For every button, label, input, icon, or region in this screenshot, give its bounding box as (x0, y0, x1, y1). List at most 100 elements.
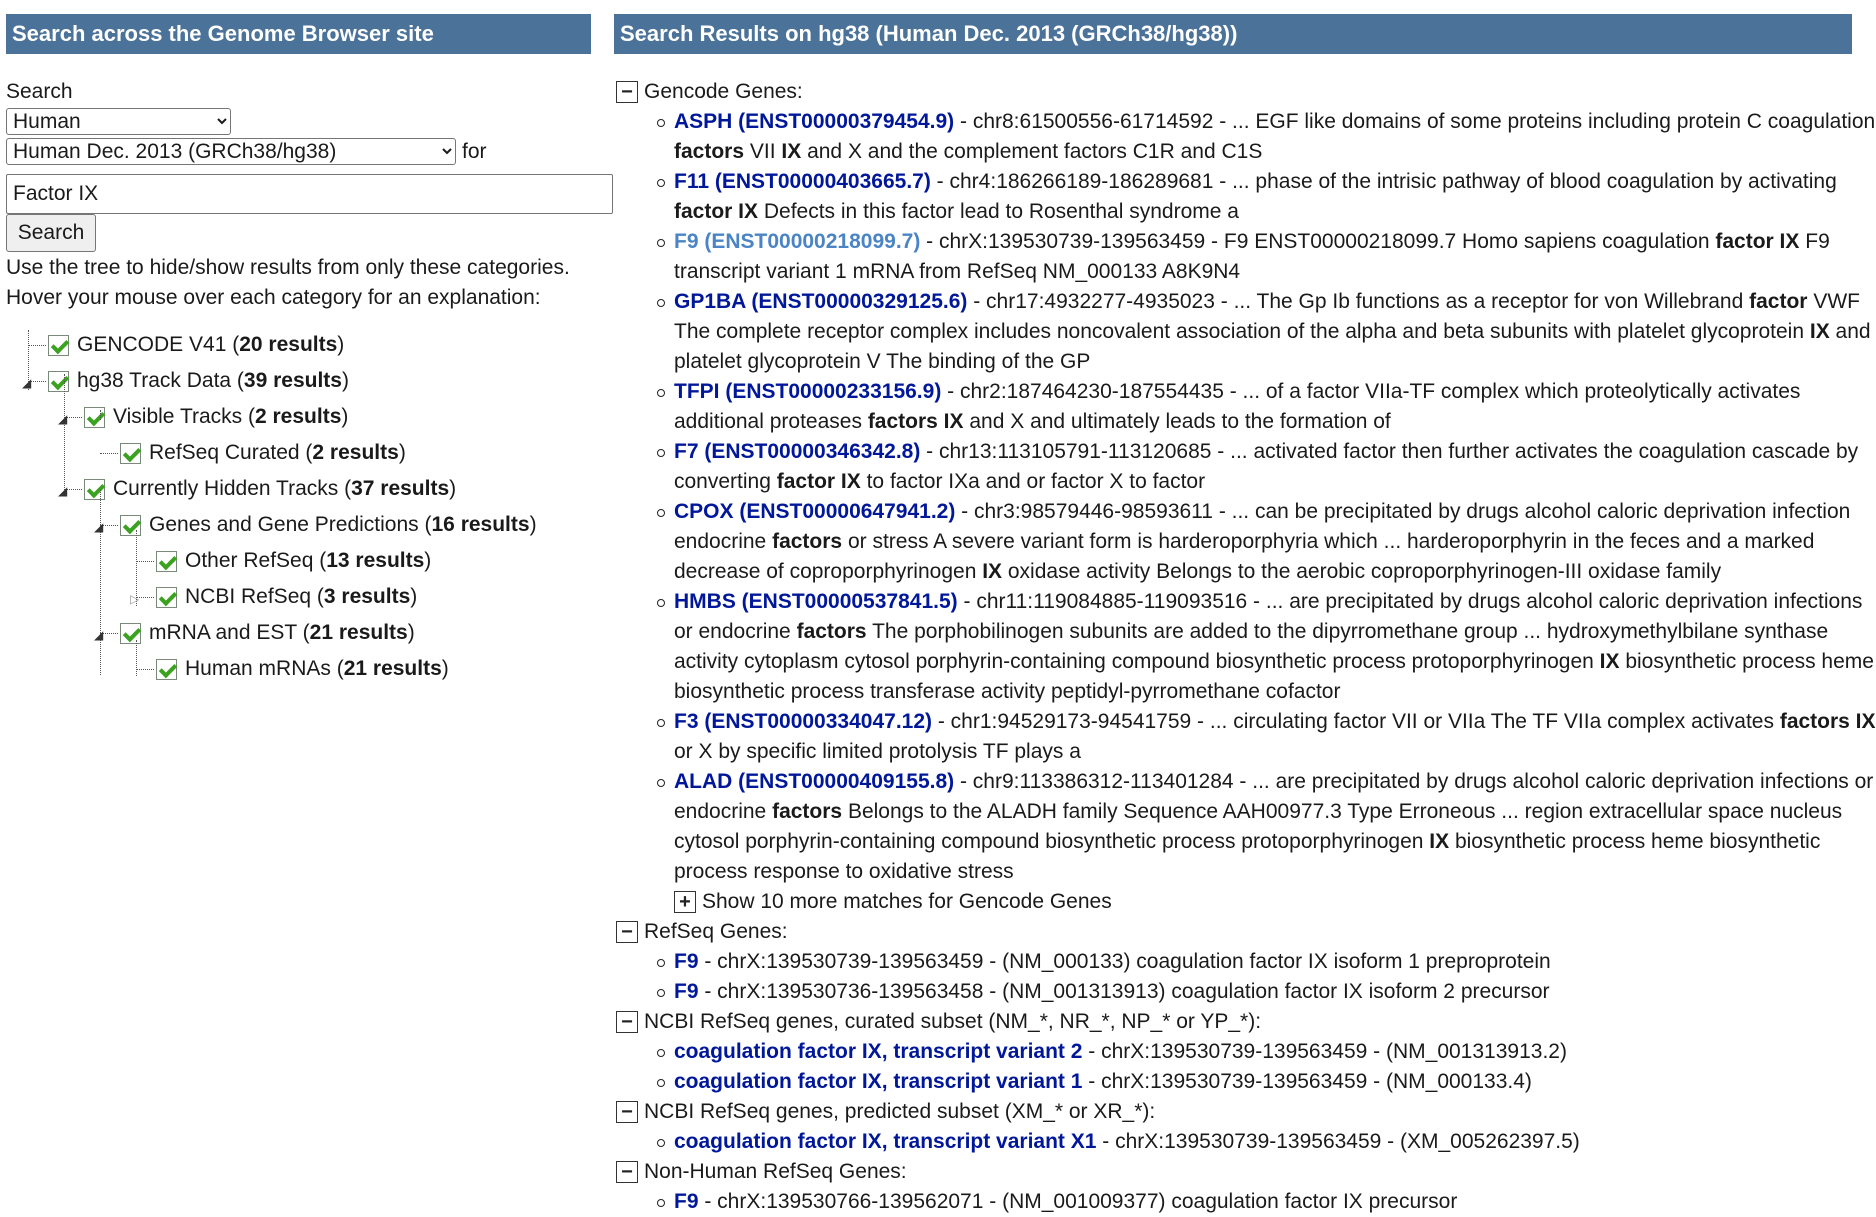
tree-node-label: RefSeq Curated (2 results) (149, 441, 406, 464)
result-description: - chrX:139530739-139563459 - (XM_0052623… (1096, 1130, 1580, 1153)
checkbox-checked-icon[interactable] (156, 658, 177, 680)
result-link[interactable]: ALAD (ENST00000409155.8) (674, 770, 954, 793)
checkbox-checked-icon[interactable] (156, 586, 177, 608)
assembly-select[interactable]: Human Dec. 2013 (GRCh38/hg38) (6, 138, 456, 165)
expand-arrow-icon[interactable]: ◢ (94, 521, 103, 533)
tree-connector (136, 669, 154, 670)
collapse-toggle-icon[interactable]: − (616, 921, 638, 943)
search-label: Search (6, 80, 73, 103)
tree-node[interactable]: NCBI RefSeq (3 results) (156, 582, 417, 612)
search-button[interactable]: Search (6, 214, 96, 252)
checkbox-checked-icon[interactable] (156, 550, 177, 572)
result-link[interactable]: F11 (ENST00000403665.7) (674, 170, 931, 193)
result-description: - chrX:139530736-139563458 - (NM_0013139… (698, 980, 1550, 1003)
result-item: coagulation factor IX, transcript varian… (657, 1127, 1876, 1157)
checkbox-checked-icon[interactable] (84, 406, 105, 428)
result-description: - chrX:139530739-139563459 - (NM_000133.… (1082, 1070, 1532, 1093)
left-panel-header: Search across the Genome Browser site (6, 14, 591, 54)
checkbox-checked-icon[interactable] (120, 622, 141, 644)
result-link[interactable]: GP1BA (ENST00000329125.6) (674, 290, 967, 313)
category-title: NCBI RefSeq genes, predicted subset (XM_… (644, 1100, 1156, 1123)
tree-node[interactable]: Visible Tracks (2 results) (84, 402, 348, 432)
tree-node[interactable]: Other RefSeq (13 results) (156, 546, 431, 576)
for-label: for (462, 140, 487, 163)
tree-node-label: Other RefSeq (13 results) (185, 549, 432, 572)
expand-arrow-icon[interactable]: ◢ (22, 377, 31, 389)
result-link[interactable]: coagulation factor IX, transcript varian… (674, 1070, 1082, 1093)
result-item: F11 (ENST00000403665.7) - chr4:186266189… (657, 167, 1876, 227)
collapsed-arrow-icon[interactable]: ▷ (130, 593, 139, 605)
result-link[interactable]: CPOX (ENST00000647941.2) (674, 500, 955, 523)
tree-connector (136, 640, 137, 676)
expand-arrow-icon[interactable]: ◢ (58, 413, 67, 425)
show-more-link[interactable]: + Show 10 more matches for Gencode Genes (674, 887, 1112, 917)
tree-node[interactable]: hg38 Track Data (39 results) (48, 366, 349, 396)
result-item: coagulation factor IX, transcript varian… (657, 1067, 1876, 1097)
tree-node-label: hg38 Track Data (39 results) (77, 369, 349, 392)
result-link[interactable]: F7 (ENST00000346342.8) (674, 440, 920, 463)
expand-toggle-icon[interactable]: + (674, 891, 696, 913)
checkbox-checked-icon[interactable] (48, 334, 69, 356)
tree-node[interactable]: Human mRNAs (21 results) (156, 654, 449, 684)
result-link[interactable]: ASPH (ENST00000379454.9) (674, 110, 954, 133)
result-link[interactable]: F9 (674, 950, 699, 973)
tree-node[interactable]: mRNA and EST (21 results) (120, 618, 415, 648)
tree-node-label: GENCODE V41 (20 results) (77, 333, 345, 356)
result-item: TFPI (ENST00000233156.9) - chr2:18746423… (657, 377, 1876, 437)
expand-arrow-icon[interactable]: ◢ (58, 485, 67, 497)
expand-arrow-icon[interactable]: ◢ (94, 629, 103, 641)
category-heading: − NCBI RefSeq genes, curated subset (NM_*… (614, 1007, 1261, 1037)
category-heading: − RefSeq Genes: (614, 917, 788, 947)
category-title: NCBI RefSeq genes, curated subset (NM_*,… (644, 1010, 1262, 1033)
tree-node[interactable]: Currently Hidden Tracks (37 results) (84, 474, 456, 504)
checkbox-checked-icon[interactable] (120, 514, 141, 536)
tree-node-label: Genes and Gene Predictions (16 results) (149, 513, 537, 536)
category-heading: − Non-Human RefSeq Genes: (614, 1157, 907, 1187)
tree-node[interactable]: RefSeq Curated (2 results) (120, 438, 406, 468)
result-description: - chrX:139530766-139562071 - (NM_0010093… (698, 1190, 1458, 1213)
result-item: ASPH (ENST00000379454.9) - chr8:61500556… (657, 107, 1876, 167)
result-link[interactable]: coagulation factor IX, transcript varian… (674, 1130, 1096, 1153)
result-item: coagulation factor IX, transcript varian… (657, 1037, 1876, 1067)
results-header: Search Results on hg38 (Human Dec. 2013 … (614, 14, 1852, 54)
result-link[interactable]: coagulation factor IX, transcript varian… (674, 1040, 1082, 1063)
result-link[interactable]: HMBS (ENST00000537841.5) (674, 590, 958, 613)
tree-node[interactable]: GENCODE V41 (20 results) (48, 330, 344, 360)
result-item: HMBS (ENST00000537841.5) - chr11:1190848… (657, 587, 1876, 707)
result-item: F9 - chrX:139530739-139563459 - (NM_0001… (657, 947, 1876, 977)
show-more-label: Show 10 more matches for Gencode Genes (702, 890, 1112, 913)
category-title: Non-Human RefSeq Genes: (644, 1160, 907, 1183)
collapse-toggle-icon[interactable]: − (616, 81, 638, 103)
collapse-toggle-icon[interactable]: − (616, 1161, 638, 1183)
help-text-line-2: Hover your mouse over each category for … (6, 286, 541, 309)
help-text-line-1: Use the tree to hide/show results from o… (6, 256, 570, 279)
checkbox-checked-icon[interactable] (48, 370, 69, 392)
result-link[interactable]: F9 (ENST00000218099.7) (674, 230, 920, 253)
result-item: F7 (ENST00000346342.8) - chr13:113105791… (657, 437, 1876, 497)
tree-connector (100, 410, 101, 420)
tree-connector (100, 453, 118, 454)
tree-node-label: Visible Tracks (2 results) (113, 405, 349, 428)
tree-node-label: Human mRNAs (21 results) (185, 657, 449, 680)
tree-connector (100, 490, 101, 675)
result-item: F9 (ENST00000218099.7) - chrX:139530739-… (657, 227, 1876, 287)
search-input[interactable] (6, 174, 613, 214)
result-item: F3 (ENST00000334047.12) - chr1:94529173-… (657, 707, 1876, 767)
tree-node-label: mRNA and EST (21 results) (149, 621, 415, 644)
tree-connector (28, 345, 46, 346)
collapse-toggle-icon[interactable]: − (616, 1101, 638, 1123)
result-item: GP1BA (ENST00000329125.6) - chr17:493227… (657, 287, 1876, 377)
checkbox-checked-icon[interactable] (84, 478, 105, 500)
tree-node-label: NCBI RefSeq (3 results) (185, 585, 418, 608)
collapse-toggle-icon[interactable]: − (616, 1011, 638, 1033)
result-link[interactable]: F3 (ENST00000334047.12) (674, 710, 932, 733)
result-link[interactable]: F9 (674, 980, 699, 1003)
result-link[interactable]: F9 (674, 1190, 699, 1213)
tree-node[interactable]: Genes and Gene Predictions (16 results) (120, 510, 537, 540)
result-item: ALAD (ENST00000409155.8) - chr9:11338631… (657, 767, 1876, 887)
result-link[interactable]: TFPI (ENST00000233156.9) (674, 380, 941, 403)
genome-select[interactable]: Human (6, 108, 231, 135)
result-item: CPOX (ENST00000647941.2) - chr3:98579446… (657, 497, 1876, 587)
checkbox-checked-icon[interactable] (120, 442, 141, 464)
result-description: - chrX:139530739-139563459 - (NM_0013139… (1082, 1040, 1567, 1063)
